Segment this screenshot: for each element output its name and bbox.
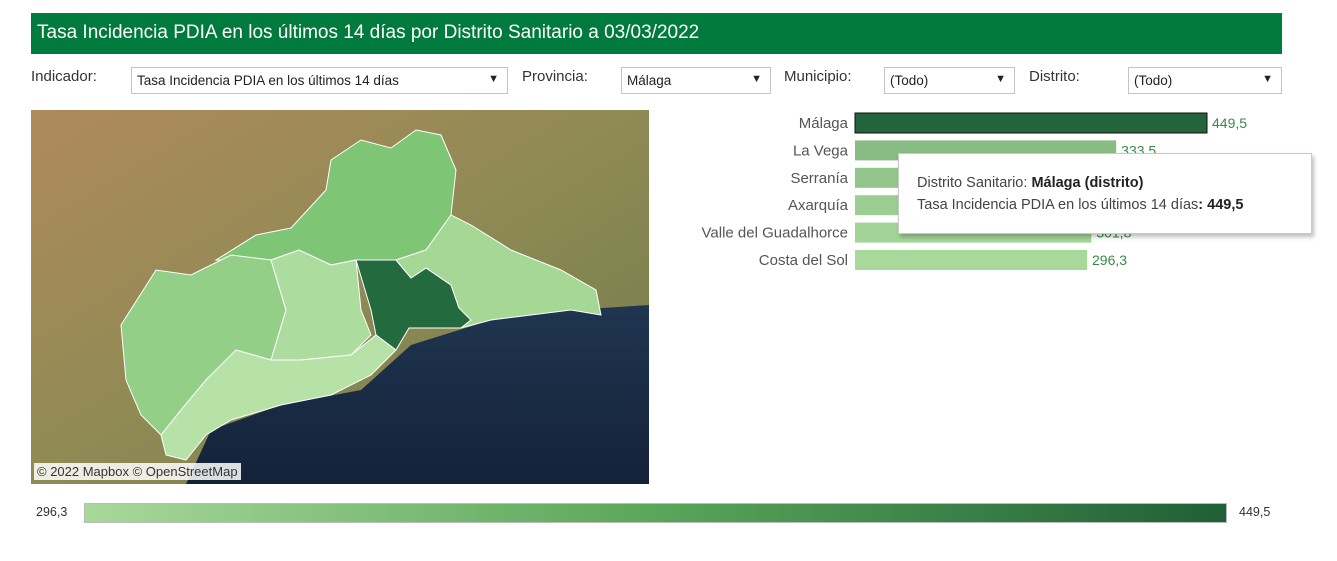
bar-category-label: Málaga (799, 115, 849, 132)
chevron-down-icon: ▼ (1262, 73, 1273, 85)
header-bar: Tasa Incidencia PDIA en los últimos 14 d… (31, 13, 1282, 54)
bar-value-label: 449,5 (1212, 115, 1247, 131)
chevron-down-icon: ▼ (995, 73, 1006, 85)
bar-category-label: Axarquía (788, 197, 849, 214)
distrito-value: (Todo) (1134, 73, 1173, 88)
bar[interactable] (854, 112, 1208, 134)
indicador-label: Indicador: (31, 68, 97, 85)
tooltip: Distrito Sanitario: Málaga (distrito) Ta… (898, 153, 1312, 234)
distrito-label: Distrito: (1029, 68, 1080, 85)
bar-category-label: Serranía (790, 170, 848, 187)
page-title: Tasa Incidencia PDIA en los últimos 14 d… (37, 22, 700, 43)
tooltip-line-1: Distrito Sanitario: Málaga (distrito) (917, 175, 1143, 191)
bar-category-label: Costa del Sol (759, 252, 848, 269)
legend-gradient-bar (84, 503, 1227, 523)
color-legend: 296,3 449,5 (31, 500, 1291, 528)
map-credit: © 2022 Mapbox © OpenStreetMap (34, 463, 241, 480)
map-canvas (31, 110, 649, 484)
municipio-dropdown[interactable]: (Todo) ▼ (884, 67, 1015, 94)
provincia-label: Provincia: (522, 68, 588, 85)
bar-category-label: La Vega (793, 142, 849, 159)
district-valle-guadalhorce[interactable] (270, 249, 372, 361)
indicador-dropdown[interactable]: Tasa Incidencia PDIA en los últimos 14 d… (131, 67, 508, 94)
tooltip-field1-value: Málaga (distrito) (1031, 175, 1144, 191)
legend-max: 449,5 (1239, 505, 1271, 519)
legend-min: 296,3 (36, 505, 68, 519)
tooltip-line-2: Tasa Incidencia PDIA en los últimos 14 d… (917, 197, 1243, 213)
municipio-value: (Todo) (890, 73, 929, 88)
district-map[interactable]: © 2022 Mapbox © OpenStreetMap (31, 110, 649, 484)
chevron-down-icon: ▼ (751, 73, 762, 85)
provincia-value: Málaga (627, 73, 672, 88)
bar[interactable] (855, 250, 1088, 270)
distrito-dropdown[interactable]: (Todo) ▼ (1128, 67, 1282, 94)
municipio-label: Municipio: (784, 68, 852, 85)
tooltip-field2-label: Tasa Incidencia PDIA en los últimos 14 d… (917, 197, 1199, 213)
tooltip-field2-value: : 449,5 (1198, 197, 1244, 213)
provincia-dropdown[interactable]: Málaga ▼ (621, 67, 771, 94)
indicador-value: Tasa Incidencia PDIA en los últimos 14 d… (137, 73, 399, 88)
chevron-down-icon: ▼ (488, 73, 499, 85)
bar-value-label: 296,3 (1092, 252, 1127, 268)
bar-category-label: Valle del Guadalhorce (702, 225, 848, 242)
tooltip-field1-label: Distrito Sanitario: (917, 175, 1032, 191)
